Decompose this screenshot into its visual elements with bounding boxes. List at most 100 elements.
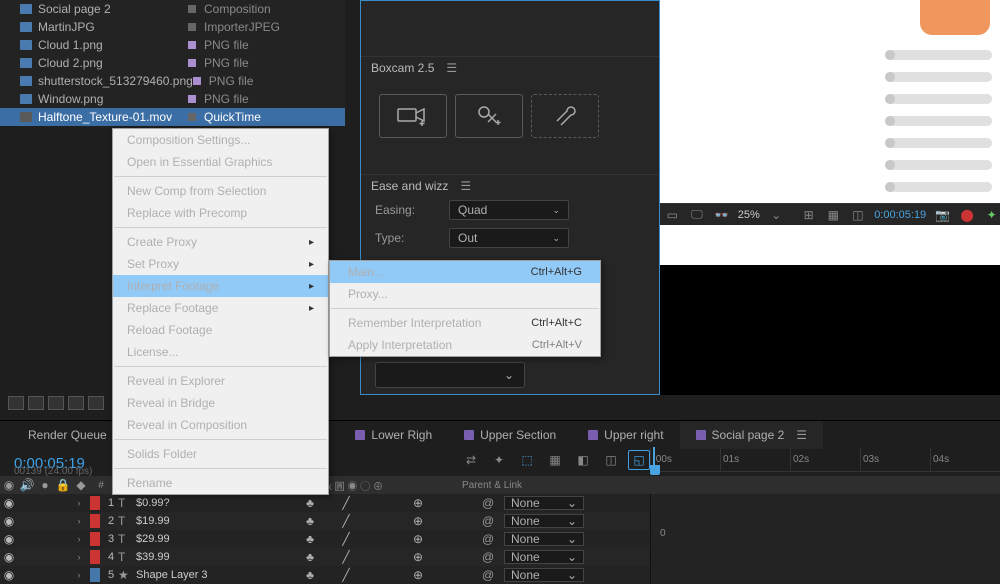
graph-icon[interactable]: ◧ bbox=[572, 450, 594, 470]
submenu-remember[interactable]: Remember InterpretationCtrl+Alt+C bbox=[330, 312, 600, 334]
snapshot-icon[interactable]: 📷 bbox=[934, 208, 951, 222]
project-item[interactable]: MartinJPGImporterJPEG bbox=[0, 18, 345, 36]
tab-render-queue[interactable]: Render Queue bbox=[0, 421, 123, 449]
chevron-right-icon[interactable]: › bbox=[72, 498, 86, 508]
tab-comp[interactable]: Upper right bbox=[572, 421, 679, 449]
parent-select[interactable]: None⌄ bbox=[504, 550, 584, 564]
chevron-right-icon[interactable]: › bbox=[72, 570, 86, 580]
layer-color[interactable] bbox=[90, 514, 100, 528]
camera-icon[interactable]: ◫ bbox=[850, 208, 867, 222]
solo-col-icon[interactable]: ● bbox=[36, 478, 54, 492]
submenu-apply[interactable]: Apply InterpretationCtrl+Alt+V bbox=[330, 334, 600, 356]
layer-color[interactable] bbox=[90, 550, 100, 564]
eye-icon[interactable]: ◉ bbox=[0, 532, 18, 546]
channel-icon[interactable]: ⬤ bbox=[959, 208, 976, 222]
chevron-right-icon[interactable]: › bbox=[72, 534, 86, 544]
menu-new-comp-selection[interactable]: New Comp from Selection bbox=[113, 180, 328, 202]
project-item[interactable]: Halftone_Texture-01.movQuickTime bbox=[0, 108, 345, 126]
3d-icon[interactable]: ⬚ bbox=[516, 450, 538, 470]
submenu-proxy[interactable]: Proxy... bbox=[330, 283, 600, 305]
submenu-main[interactable]: Main...Ctrl+Alt+G bbox=[330, 261, 600, 283]
time-ruler[interactable]: :00s 01s 02s 03s 04s bbox=[650, 448, 1000, 472]
layer-name[interactable]: $19.99 bbox=[132, 515, 302, 527]
transparency-icon[interactable]: ▦ bbox=[825, 208, 842, 222]
panel-menu-icon[interactable]: ☰ bbox=[460, 179, 471, 193]
parent-select[interactable]: None⌄ bbox=[504, 514, 584, 528]
layer-color[interactable] bbox=[90, 496, 100, 510]
menu-create-proxy[interactable]: Create Proxy▸ bbox=[113, 231, 328, 253]
display-icon[interactable]: 🖵 bbox=[689, 208, 706, 222]
layer-name[interactable]: Shape Layer 3 bbox=[132, 569, 302, 581]
zoom-level[interactable]: 25% bbox=[738, 209, 760, 221]
project-item[interactable]: Cloud 2.pngPNG file bbox=[0, 54, 345, 72]
panel-menu-icon[interactable]: ☰ bbox=[446, 61, 457, 75]
type-select[interactable]: Out⌄ bbox=[449, 228, 569, 248]
parent-select[interactable]: None⌄ bbox=[504, 568, 584, 582]
easing-select[interactable]: Quad⌄ bbox=[449, 200, 569, 220]
project-item[interactable]: Window.pngPNG file bbox=[0, 90, 345, 108]
new-comp-icon[interactable] bbox=[48, 396, 64, 410]
layer-color[interactable] bbox=[90, 568, 100, 582]
parent-select[interactable]: None⌄ bbox=[504, 496, 584, 510]
audio-col-icon[interactable]: 🔊 bbox=[18, 478, 36, 492]
playhead[interactable] bbox=[650, 465, 660, 475]
menu-set-proxy[interactable]: Set Proxy▸ bbox=[113, 253, 328, 275]
eye-col-icon[interactable]: ◉ bbox=[0, 478, 18, 492]
lock-col-icon[interactable]: 🔒 bbox=[54, 478, 72, 492]
fx-dropdown[interactable]: ⌄ bbox=[375, 362, 525, 388]
tab-comp[interactable]: Upper Section bbox=[448, 421, 572, 449]
layer-name[interactable]: $39.99 bbox=[132, 551, 302, 563]
pickwhip-icon[interactable]: @ bbox=[482, 568, 504, 582]
blur-icon[interactable]: ▦ bbox=[544, 450, 566, 470]
fx-icon[interactable]: ✦ bbox=[488, 450, 510, 470]
tab-comp-active[interactable]: Social page 2☰ bbox=[680, 421, 824, 449]
menu-reveal-bridge[interactable]: Reveal in Bridge bbox=[113, 392, 328, 414]
preview-time[interactable]: 0:00:05:19 bbox=[874, 209, 926, 221]
new-folder-icon[interactable] bbox=[28, 396, 44, 410]
adjust-icon[interactable]: ◫ bbox=[600, 450, 622, 470]
menu-reveal-composition[interactable]: Reveal in Composition bbox=[113, 414, 328, 436]
menu-interpret-footage[interactable]: Interpret Footage▸ bbox=[113, 275, 328, 297]
layer-name[interactable]: $29.99 bbox=[132, 533, 302, 545]
menu-replace-footage[interactable]: Replace Footage▸ bbox=[113, 297, 328, 319]
menu-open-essential-graphics[interactable]: Open in Essential Graphics bbox=[113, 151, 328, 173]
graph-editor-icon[interactable]: ◱ bbox=[628, 450, 650, 470]
eye-icon[interactable]: ◉ bbox=[0, 568, 18, 582]
wrench-button[interactable] bbox=[531, 94, 599, 138]
preview-canvas[interactable]: ▭ 🖵 👓 25% ⌄ ⊞ ▦ ◫ 0:00:05:19 📷 ⬤ ✦ bbox=[660, 0, 1000, 395]
menu-composition-settings[interactable]: Composition Settings... bbox=[113, 129, 328, 151]
bpc-icon[interactable] bbox=[68, 396, 84, 410]
project-item[interactable]: shutterstock_513279460.pngPNG file bbox=[0, 72, 345, 90]
interpret-icon[interactable] bbox=[8, 396, 24, 410]
project-item[interactable]: Cloud 1.pngPNG file bbox=[0, 36, 345, 54]
delete-icon[interactable] bbox=[88, 396, 104, 410]
chevron-right-icon[interactable]: › bbox=[72, 552, 86, 562]
project-item[interactable]: Social page 2Composition bbox=[0, 0, 345, 18]
eye-icon[interactable]: ◉ bbox=[0, 496, 18, 510]
parent-select[interactable]: None⌄ bbox=[504, 532, 584, 546]
menu-rename[interactable]: Rename bbox=[113, 472, 328, 494]
label-col-icon[interactable]: ◆ bbox=[72, 478, 90, 492]
shape-add-button[interactable] bbox=[455, 94, 523, 138]
camera-add-button[interactable] bbox=[379, 94, 447, 138]
layer-color[interactable] bbox=[90, 532, 100, 546]
chevron-right-icon[interactable]: › bbox=[72, 516, 86, 526]
pickwhip-icon[interactable]: @ bbox=[482, 496, 504, 510]
eye-icon[interactable]: ◉ bbox=[0, 514, 18, 528]
layer-name[interactable]: $0.99? bbox=[132, 497, 302, 509]
mask-icon[interactable]: 👓 bbox=[713, 208, 730, 222]
cc-icon[interactable]: ✦ bbox=[983, 208, 1000, 222]
shy-icon[interactable]: ⇄ bbox=[460, 450, 482, 470]
pickwhip-icon[interactable]: @ bbox=[482, 550, 504, 564]
tab-menu-icon[interactable]: ☰ bbox=[796, 428, 807, 442]
chevron-down-icon[interactable]: ⌄ bbox=[768, 208, 785, 222]
timeline-track-area[interactable] bbox=[650, 494, 1000, 584]
view-icon[interactable]: ▭ bbox=[664, 208, 681, 222]
menu-license[interactable]: License... bbox=[113, 341, 328, 363]
pickwhip-icon[interactable]: @ bbox=[482, 514, 504, 528]
tab-comp[interactable]: Lower Righ bbox=[339, 421, 448, 449]
menu-reload-footage[interactable]: Reload Footage bbox=[113, 319, 328, 341]
pickwhip-icon[interactable]: @ bbox=[482, 532, 504, 546]
res-icon[interactable]: ⊞ bbox=[800, 208, 817, 222]
menu-solids-folder[interactable]: Solids Folder bbox=[113, 443, 328, 465]
